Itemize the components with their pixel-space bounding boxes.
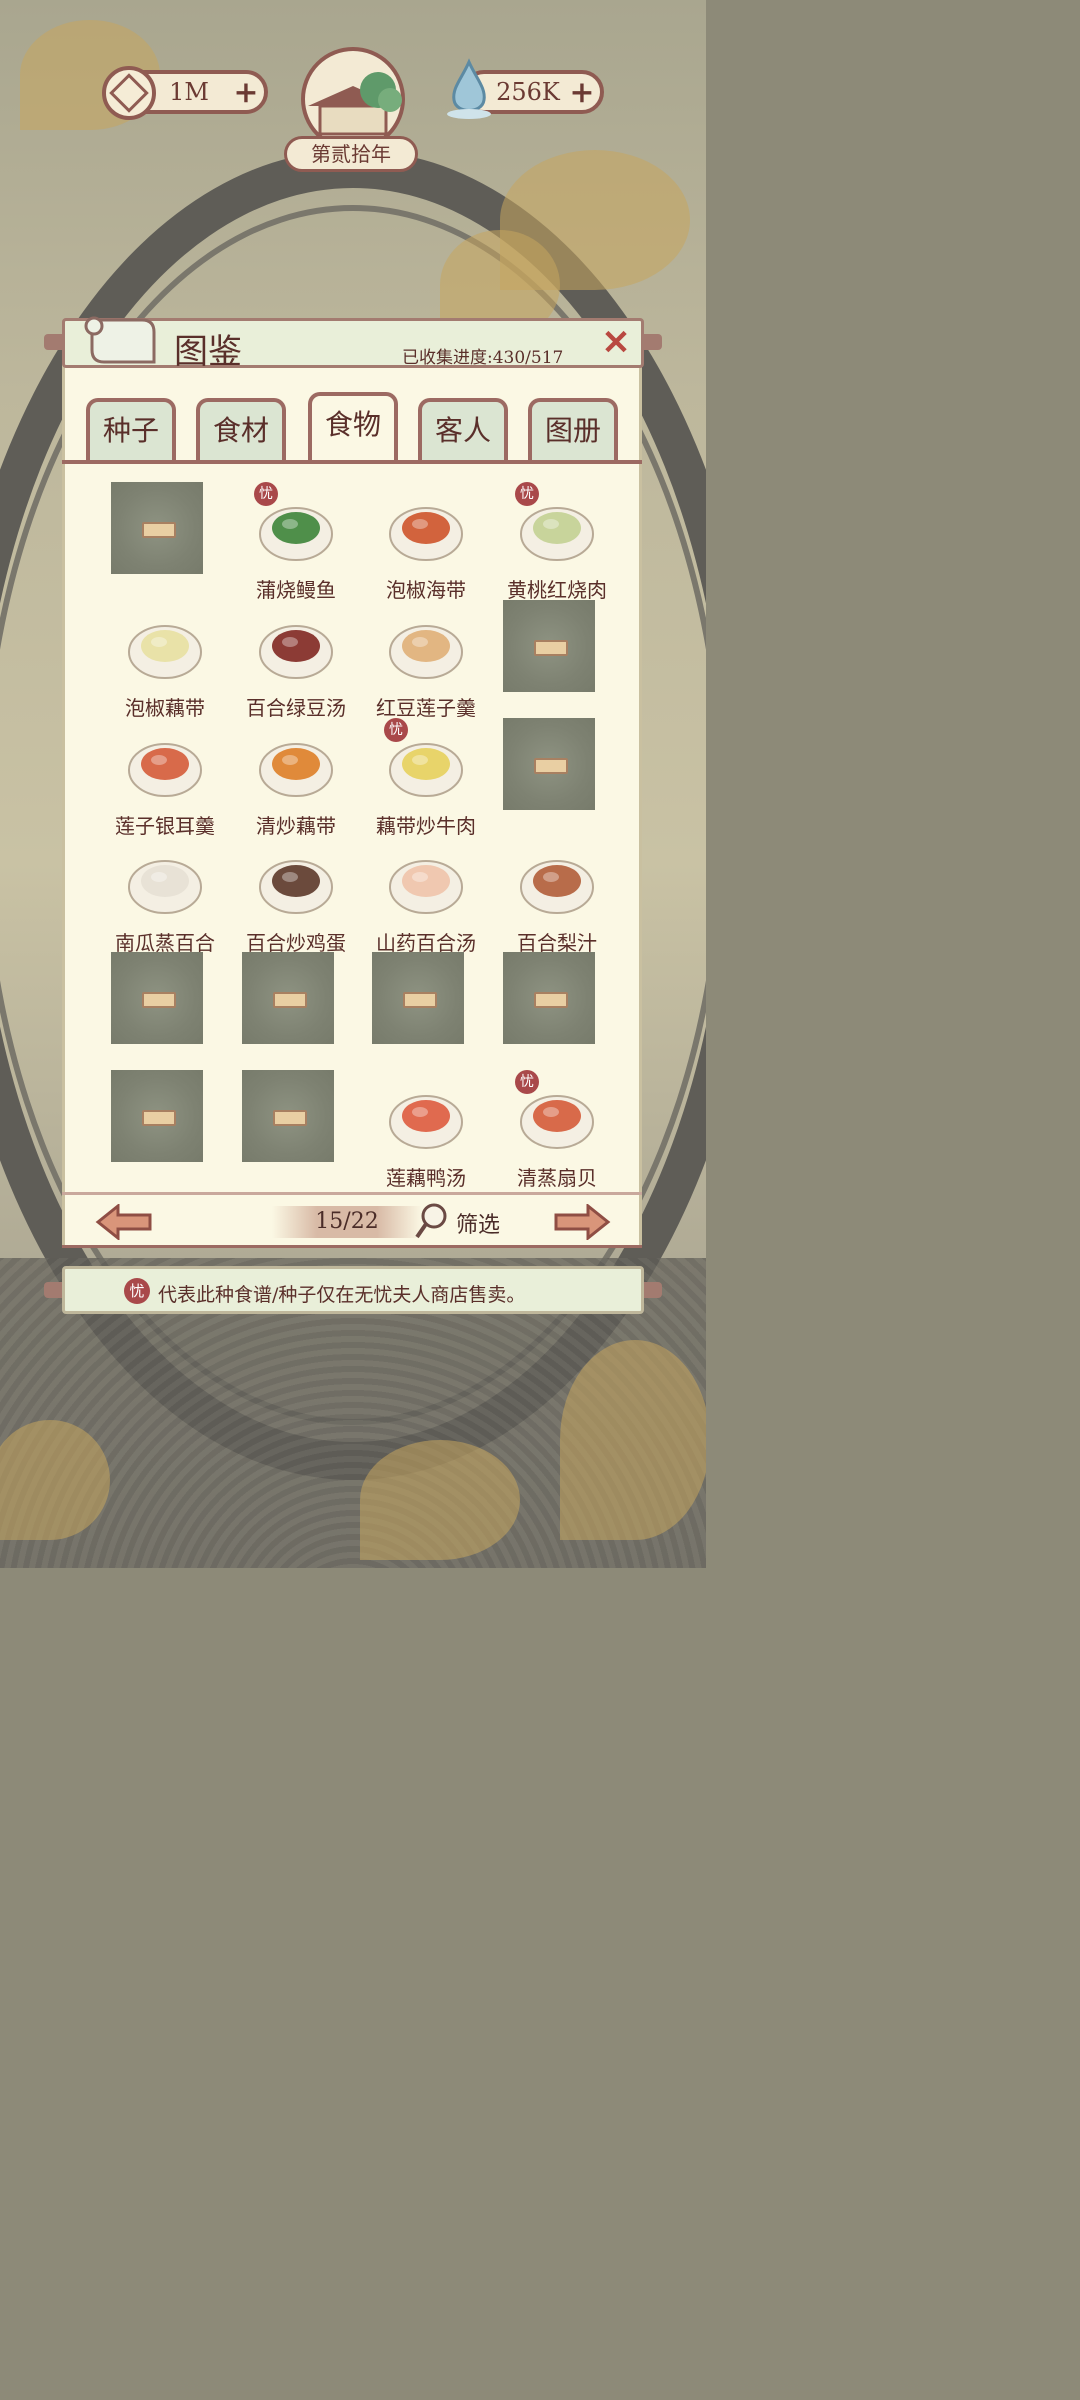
- locked-slot[interactable]: [242, 952, 366, 1062]
- tab-album[interactable]: 图册: [528, 398, 618, 460]
- food-item[interactable]: 红豆莲子羹: [376, 600, 496, 720]
- lock-plaque-icon: [111, 952, 203, 1044]
- store-badge-icon: 忧: [124, 1278, 150, 1304]
- prev-page-arrow-icon[interactable]: [94, 1202, 154, 1242]
- tab-ingredients[interactable]: 食材: [196, 398, 286, 460]
- year-label: 第贰拾年: [284, 136, 418, 172]
- locked-slot[interactable]: [503, 952, 627, 1062]
- locked-slot[interactable]: [111, 1070, 235, 1180]
- lock-plaque-icon: [111, 1070, 203, 1162]
- lotus-seed-soup-icon: [125, 724, 205, 804]
- stir-fry-icon: [256, 724, 336, 804]
- yam-soup-icon: [386, 841, 466, 921]
- store-badge-icon: 忧: [515, 1070, 539, 1094]
- food-item[interactable]: 百合梨汁: [517, 835, 627, 955]
- food-item[interactable]: 忧藕带炒牛肉: [376, 718, 496, 838]
- scroll-icon: [80, 312, 160, 372]
- water-plus-button[interactable]: +: [564, 75, 600, 110]
- food-name: 黄桃红烧肉: [507, 578, 607, 602]
- food-name: 红豆莲子羹: [376, 696, 476, 720]
- lock-plaque-icon: [242, 952, 334, 1044]
- locked-slot[interactable]: [372, 952, 496, 1062]
- lotus-shoot-dish-icon: [125, 606, 205, 686]
- lock-plaque-icon: [372, 952, 464, 1044]
- collection-progress: 已收集进度:430/517: [402, 348, 564, 368]
- page-indicator: 15/22: [272, 1206, 422, 1238]
- locked-slot[interactable]: [111, 952, 235, 1062]
- magnifier-icon[interactable]: [414, 1202, 450, 1240]
- tab-food[interactable]: 食物: [308, 392, 398, 464]
- store-note-text: 代表此种食谱/种子仅在无忧夫人商店售卖。: [158, 1284, 526, 1306]
- kelp-dish-icon: [386, 488, 466, 568]
- lock-plaque-icon: [503, 718, 595, 810]
- lock-plaque-icon: [503, 600, 595, 692]
- red-bean-soup-icon: [386, 606, 466, 686]
- store-badge-icon: 忧: [254, 482, 278, 506]
- close-button[interactable]: ✕: [598, 326, 634, 362]
- locked-slot[interactable]: [503, 718, 627, 828]
- next-page-arrow-icon[interactable]: [552, 1202, 612, 1242]
- coin-plus-button[interactable]: +: [228, 75, 264, 110]
- tab-seeds[interactable]: 种子: [86, 398, 176, 460]
- egg-dish-icon: [256, 841, 336, 921]
- food-name: 清蒸扇贝: [517, 1166, 597, 1190]
- category-tabs: 种子 食材 食物 客人 图册: [62, 392, 642, 464]
- lock-plaque-icon: [111, 482, 203, 574]
- store-badge-icon: 忧: [515, 482, 539, 506]
- pumpkin-dish-icon: [125, 841, 205, 921]
- panel-title: 图鉴: [174, 332, 242, 372]
- ginkgo-leaf: [560, 1340, 706, 1540]
- food-item[interactable]: 忧清蒸扇贝: [515, 1070, 627, 1190]
- lock-plaque-icon: [503, 952, 595, 1044]
- tab-divider: [62, 460, 642, 464]
- duck-soup-icon: [386, 1076, 466, 1156]
- pear-juice-icon: [517, 841, 597, 921]
- food-item[interactable]: 忧黄桃红烧肉: [507, 482, 627, 602]
- locked-slot[interactable]: [503, 600, 627, 710]
- store-badge-icon: 忧: [384, 718, 408, 742]
- ginkgo-leaf: [360, 1440, 520, 1560]
- coin-icon: [102, 66, 156, 120]
- filter-button[interactable]: 筛选: [456, 1207, 500, 1239]
- water-drop-icon: [444, 58, 494, 120]
- lock-plaque-icon: [242, 1070, 334, 1162]
- tab-guests[interactable]: 客人: [418, 398, 508, 460]
- mung-bean-soup-icon: [256, 606, 336, 686]
